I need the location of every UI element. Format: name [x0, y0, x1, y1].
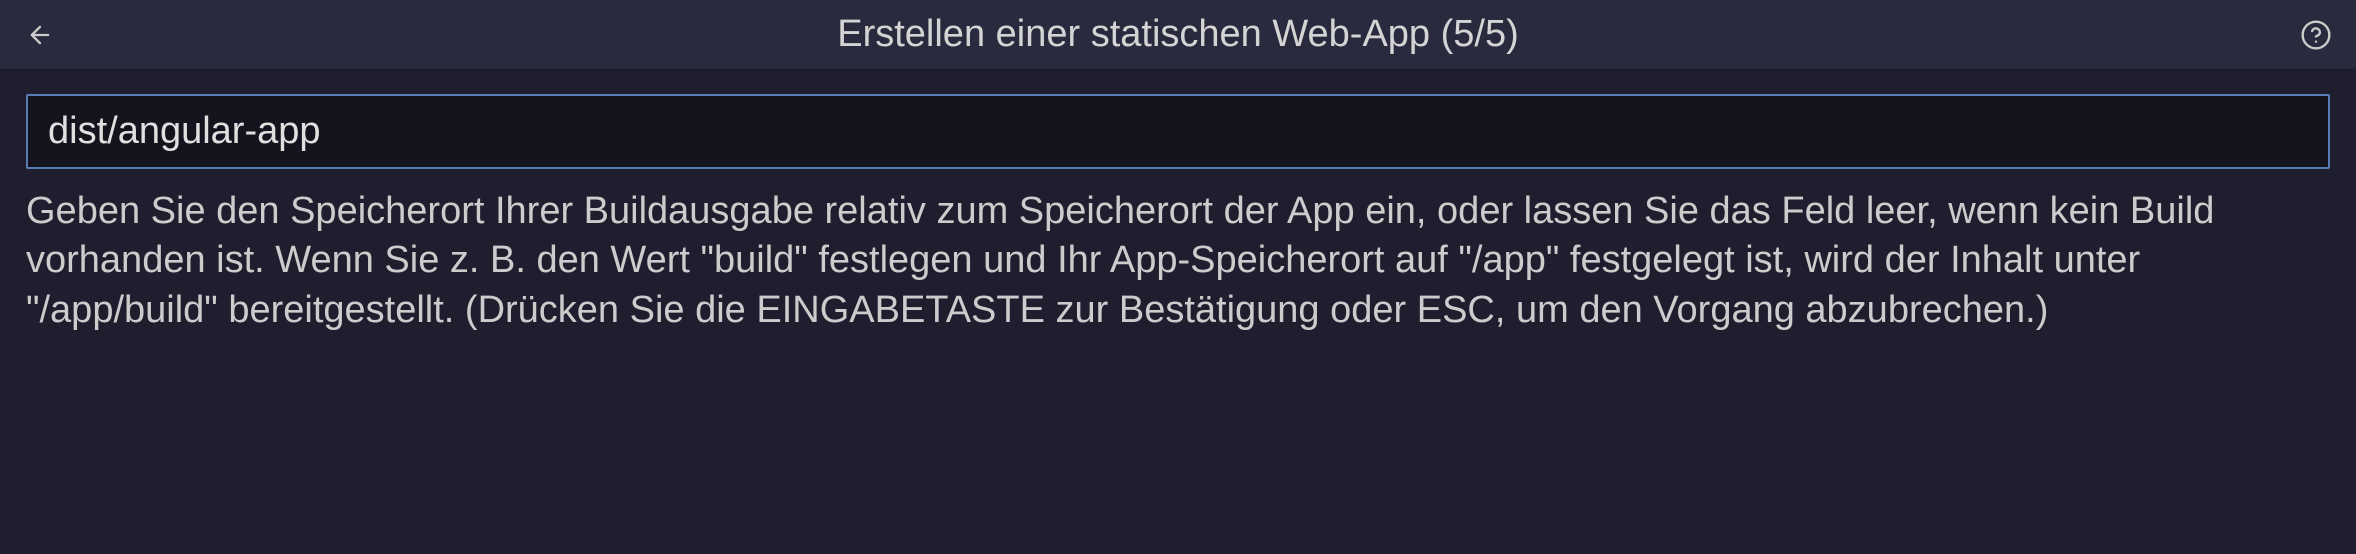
build-output-location-input[interactable] — [26, 94, 2330, 169]
arrow-left-icon — [26, 21, 54, 49]
help-circle-icon — [2300, 19, 2332, 51]
dialog-content: Geben Sie den Speicherort Ihrer Buildaus… — [0, 70, 2356, 359]
dialog-title: Erstellen einer statischen Web-App (5/5) — [60, 13, 2296, 56]
back-button[interactable] — [20, 15, 60, 55]
input-description: Geben Sie den Speicherort Ihrer Buildaus… — [26, 187, 2330, 335]
help-button[interactable] — [2296, 15, 2336, 55]
dialog-header: Erstellen einer statischen Web-App (5/5) — [0, 0, 2356, 70]
